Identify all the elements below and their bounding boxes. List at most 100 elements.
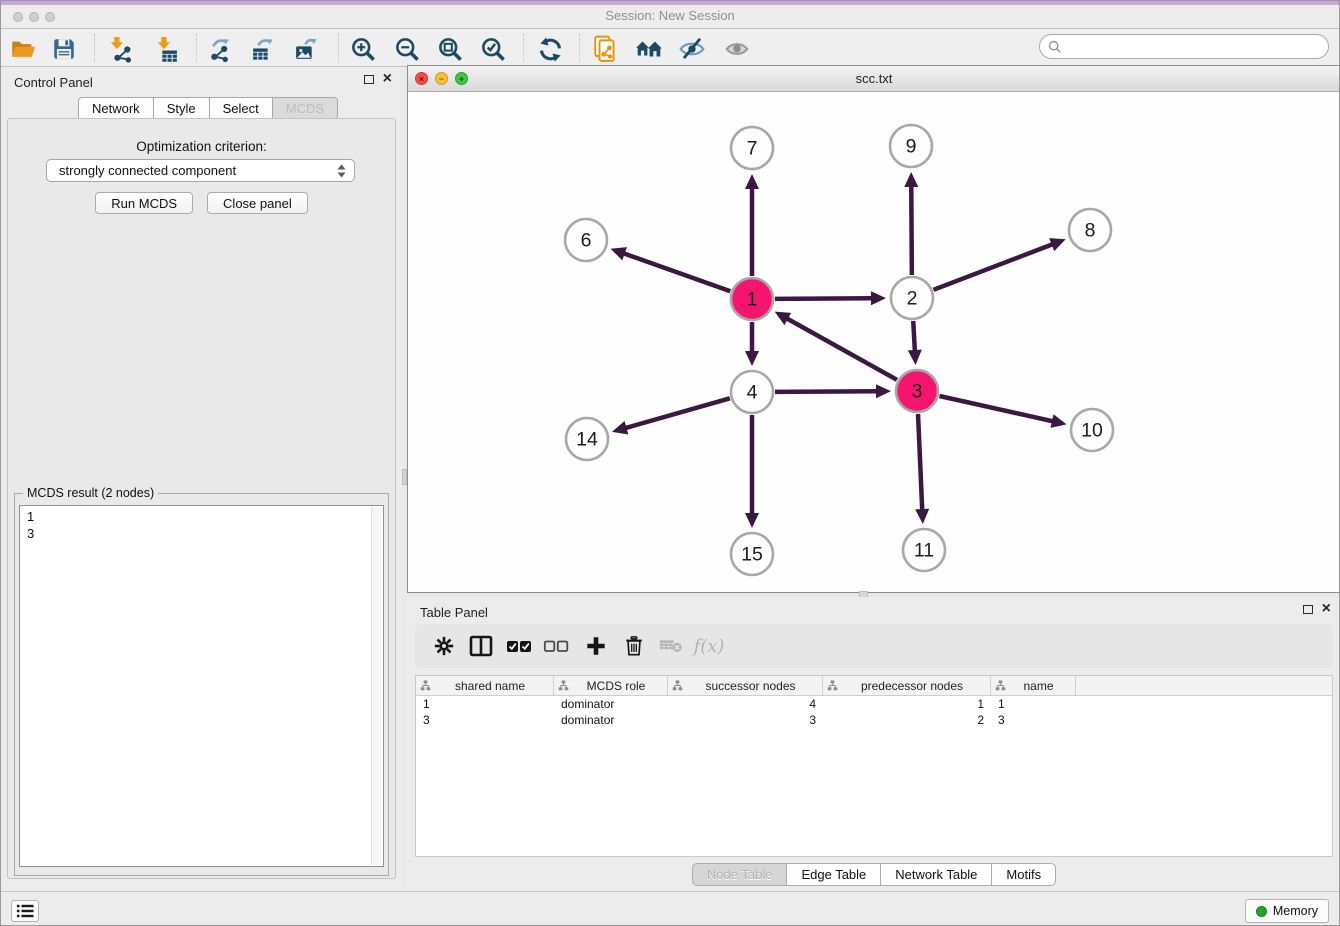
search-input[interactable] (1067, 39, 1328, 54)
table-row[interactable]: 1dominator411 (416, 696, 1332, 712)
tab-network-table[interactable]: Network Table (881, 863, 992, 886)
control-panel-title: Control Panel (14, 75, 93, 90)
optimization-criterion-label: Optimization criterion: (8, 139, 395, 154)
control-panel-tabs: NetworkStyleSelectMCDS (78, 97, 338, 119)
graph-edge-arrowhead (904, 172, 918, 187)
function-builder-icon: f(x) (693, 631, 725, 661)
close-panel-button[interactable]: Close panel (207, 192, 308, 214)
graph-edge-2-8[interactable] (933, 244, 1052, 290)
tab-edge-table[interactable]: Edge Table (787, 863, 881, 886)
gear-icon[interactable] (428, 631, 460, 661)
graph-node-label: 7 (747, 138, 758, 160)
zoom-selected-icon[interactable] (478, 34, 508, 64)
memory-button[interactable]: Memory (1245, 899, 1329, 923)
table-cell[interactable]: 3 (668, 712, 823, 728)
column-header-name[interactable]: name (991, 676, 1076, 695)
tab-select[interactable]: Select (210, 97, 273, 119)
result-scrollbar[interactable] (371, 507, 382, 865)
table-cell[interactable]: 2 (823, 712, 991, 728)
graph-edge-3-10[interactable] (939, 396, 1053, 421)
import-table-icon[interactable] (151, 34, 181, 64)
mcds-result-box[interactable]: 1 3 (19, 505, 384, 867)
status-bar: Memory (1, 891, 1339, 926)
graph-node-label: 6 (581, 230, 592, 252)
new-network-from-selection-icon[interactable] (591, 34, 621, 64)
graph-node-label: 3 (912, 381, 923, 403)
split-columns-icon[interactable] (465, 631, 497, 661)
column-header-shared-name[interactable]: shared name (416, 676, 554, 695)
table-cell[interactable]: 1 (991, 696, 1076, 712)
column-header-successor-nodes[interactable]: successor nodes (668, 676, 823, 695)
column-header-mcds-role[interactable]: MCDS role (554, 676, 668, 695)
float-window-icon[interactable] (1303, 605, 1313, 614)
delete-column-icon[interactable] (618, 631, 650, 661)
network-window-titlebar: × − + scc.txt (408, 66, 1340, 92)
table-row[interactable]: 3dominator323 (416, 712, 1332, 728)
optimization-criterion-value: strongly connected component (59, 163, 337, 178)
table-cell[interactable]: dominator (554, 696, 668, 712)
tab-style[interactable]: Style (154, 97, 210, 119)
table-cell[interactable]: 1 (416, 696, 554, 712)
graph-node-label: 4 (747, 382, 758, 404)
graph-node-label: 1 (747, 289, 758, 311)
column-header-predecessor-nodes[interactable]: predecessor nodes (823, 676, 991, 695)
table-cell[interactable]: 3 (991, 712, 1076, 728)
first-neighbors-icon[interactable] (634, 34, 664, 64)
hide-selected-icon[interactable] (677, 34, 707, 64)
add-column-icon[interactable] (580, 631, 612, 661)
graph-edge-3-11[interactable] (918, 414, 922, 510)
task-history-button[interactable] (11, 900, 39, 922)
table-cell[interactable]: dominator (554, 712, 668, 728)
mcds-result-fieldset: MCDS result (2 nodes) 1 3 (14, 493, 389, 876)
close-panel-icon[interactable]: × (1322, 603, 1331, 615)
graph-edge-2-9[interactable] (911, 186, 912, 275)
graph-edge-1-2[interactable] (775, 298, 872, 299)
toolbar-separator (338, 34, 339, 62)
show-all-icon[interactable] (722, 34, 752, 64)
graph-edge-3-1[interactable] (787, 318, 897, 379)
refresh-icon[interactable] (535, 34, 565, 64)
export-image-icon[interactable] (291, 34, 321, 64)
optimization-criterion-select[interactable]: strongly connected component (46, 159, 355, 182)
memory-label: Memory (1273, 904, 1318, 918)
search-field[interactable] (1039, 34, 1329, 59)
tab-mcds[interactable]: MCDS (273, 97, 338, 119)
tab-node-table[interactable]: Node Table (692, 863, 788, 886)
table-header-row: shared nameMCDS rolesuccessor nodesprede… (416, 676, 1332, 696)
delete-table-icon (655, 631, 687, 661)
toolbar-separator (579, 34, 580, 62)
close-panel-icon[interactable]: × (383, 73, 392, 85)
zoom-in-icon[interactable] (348, 34, 378, 64)
graph-node-label: 11 (914, 540, 934, 562)
graph-edge-1-6[interactable] (624, 253, 731, 291)
save-session-icon[interactable] (49, 34, 79, 64)
table-body: 1dominator4113dominator323 (416, 696, 1332, 728)
run-mcds-button[interactable]: Run MCDS (95, 192, 193, 214)
graph-edge-2-3[interactable] (913, 321, 915, 351)
graph-edge-arrowhead (610, 247, 626, 260)
export-network-icon[interactable] (204, 34, 234, 64)
network-window-title: scc.txt (408, 71, 1340, 86)
table-cell[interactable]: 1 (823, 696, 991, 712)
float-window-icon[interactable] (364, 75, 374, 84)
window-titlebar: Session: New Session (1, 1, 1339, 29)
select-all-icon[interactable] (503, 631, 535, 661)
export-table-icon[interactable] (248, 34, 278, 64)
main-toolbar (1, 29, 1339, 67)
window-title: Session: New Session (1, 8, 1339, 23)
open-session-icon[interactable] (8, 34, 38, 64)
import-network-icon[interactable] (104, 34, 134, 64)
table-tabs: Node TableEdge TableNetwork TableMotifs (407, 863, 1340, 886)
table-cell[interactable]: 3 (416, 712, 554, 728)
graph-edge-4-3[interactable] (775, 391, 877, 392)
zoom-out-icon[interactable] (392, 34, 422, 64)
network-canvas[interactable]: 1234678910111415 (408, 92, 1340, 592)
table-cell[interactable]: 4 (668, 696, 823, 712)
mcds-result-text: 1 3 (20, 506, 383, 544)
tab-motifs[interactable]: Motifs (992, 863, 1056, 886)
table-panel-title: Table Panel (420, 605, 488, 620)
graph-edge-4-14[interactable] (625, 398, 729, 428)
zoom-fit-icon[interactable] (435, 34, 465, 64)
tab-network[interactable]: Network (78, 97, 154, 119)
deselect-all-icon[interactable] (540, 631, 572, 661)
